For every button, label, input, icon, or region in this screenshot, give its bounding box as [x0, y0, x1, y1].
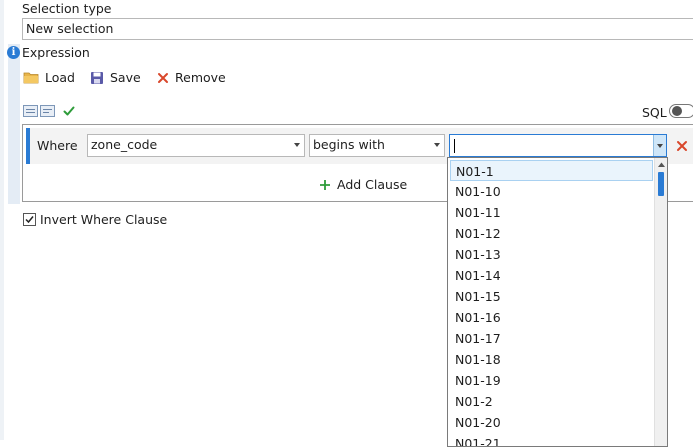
remove-x-icon: [158, 72, 168, 83]
dropdown-scrollbar[interactable]: [654, 158, 667, 446]
info-icon: i: [7, 46, 20, 59]
save-button[interactable]: Save: [90, 70, 141, 85]
dropdown-option[interactable]: N01-2: [450, 391, 653, 412]
invert-where-label: Invert Where Clause: [40, 212, 168, 227]
verify-check-icon[interactable]: [63, 105, 75, 117]
value-combobox[interactable]: [449, 134, 667, 157]
expression-section-bar: [8, 44, 20, 204]
operator-chevron-down-icon: [434, 143, 440, 147]
field-select[interactable]: zone_code: [87, 134, 305, 157]
value-chevron-down-icon: [657, 144, 663, 148]
dropdown-option[interactable]: N01-18: [450, 349, 653, 370]
selection-type-select[interactable]: New selection: [22, 18, 693, 40]
floppy-disk-icon: [91, 71, 103, 84]
sql-mode-icon[interactable]: [40, 105, 55, 117]
operator-value: begins with: [313, 137, 385, 152]
dropdown-option[interactable]: N01-15: [450, 286, 653, 307]
add-clause-label: Add Clause: [337, 177, 408, 192]
checkmark-icon: [25, 216, 34, 224]
sql-toggle[interactable]: [669, 104, 693, 118]
dropdown-scroll-thumb[interactable]: [658, 172, 664, 196]
remove-button[interactable]: Remove: [157, 70, 226, 85]
dropdown-option[interactable]: N01-1: [450, 160, 653, 181]
remove-label: Remove: [175, 70, 226, 85]
clause-mode-icon[interactable]: [23, 105, 38, 117]
field-chevron-down-icon: [294, 143, 300, 147]
field-value: zone_code: [91, 137, 158, 152]
expression-label: Expression: [22, 45, 90, 60]
load-button[interactable]: Load: [23, 70, 75, 85]
sql-toggle-knob: [672, 106, 682, 116]
dropdown-option[interactable]: N01-21: [450, 433, 653, 446]
invert-where-checkbox[interactable]: [23, 213, 36, 226]
dropdown-option[interactable]: N01-14: [450, 265, 653, 286]
dropdown-option[interactable]: N01-10: [450, 181, 653, 202]
plus-icon: [320, 179, 330, 190]
operator-select[interactable]: begins with: [309, 134, 445, 157]
dropdown-option[interactable]: N01-19: [450, 370, 653, 391]
add-clause-button[interactable]: Add Clause: [319, 177, 407, 192]
dropdown-option[interactable]: N01-13: [450, 244, 653, 265]
selection-type-value: New selection: [26, 21, 114, 36]
value-dropdown-button[interactable]: [653, 135, 666, 156]
folder-icon: [23, 72, 39, 84]
scroll-up-arrow-icon[interactable]: [656, 160, 667, 170]
dropdown-option[interactable]: N01-17: [450, 328, 653, 349]
dropdown-option[interactable]: N01-20: [450, 412, 653, 433]
save-label: Save: [110, 70, 141, 85]
load-label: Load: [45, 70, 75, 85]
value-dropdown-list: N01-1 N01-10 N01-11 N01-12 N01-13 N01-14 N01-1…: [447, 157, 668, 447]
left-edge-band: [0, 0, 4, 440]
sql-label: SQL: [642, 105, 667, 120]
dropdown-option[interactable]: N01-11: [450, 202, 653, 223]
dropdown-option[interactable]: N01-12: [450, 223, 653, 244]
dropdown-option[interactable]: N01-16: [450, 307, 653, 328]
where-label: Where: [37, 138, 78, 153]
text-cursor: [454, 139, 455, 153]
selection-type-label: Selection type: [22, 1, 112, 16]
delete-clause-x-icon[interactable]: [676, 140, 688, 152]
